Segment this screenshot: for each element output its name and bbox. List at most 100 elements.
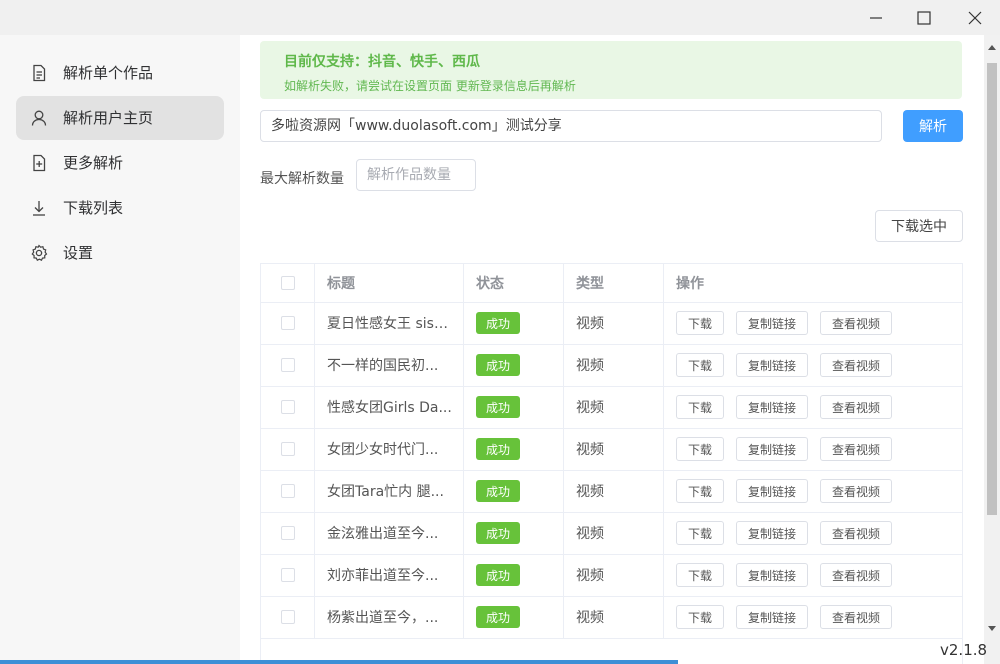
row-checkbox-cell <box>261 302 315 344</box>
row-checkbox[interactable] <box>280 568 295 582</box>
view-video-button[interactable]: 查看视频 <box>820 311 892 335</box>
row-status-cell: 成功 <box>464 302 564 344</box>
maximize-icon <box>917 10 931 25</box>
row-actions-cell: 下载 复制链接 查看视频 <box>664 596 962 638</box>
status-badge: 成功 <box>476 564 520 586</box>
copy-link-button[interactable]: 复制链接 <box>736 605 808 629</box>
maximize-button[interactable] <box>901 0 947 35</box>
notice-banner: 目前仅支持：抖音、快手、西瓜 如解析失败，请尝试在设置页面 更新登录信息后再解析 <box>260 41 962 99</box>
row-actions-cell: 下载 复制链接 查看视频 <box>664 554 962 596</box>
download-button[interactable]: 下载 <box>676 479 724 503</box>
row-checkbox[interactable] <box>280 442 295 456</box>
copy-link-button[interactable]: 复制链接 <box>736 521 808 545</box>
download-button[interactable]: 下载 <box>676 311 724 335</box>
table-row: 不一样的国民初... 成功 视频 下载 复制链接 查看视频 <box>261 344 962 387</box>
row-checkbox[interactable] <box>280 358 295 372</box>
row-title: 夏日性感女王 sist... <box>327 316 452 332</box>
table-row: 女团Tara忙内 腿... 成功 视频 下载 复制链接 查看视频 <box>261 470 962 513</box>
row-checkbox-cell <box>261 470 315 512</box>
row-checkbox-cell <box>261 554 315 596</box>
row-checkbox-cell <box>261 428 315 470</box>
download-button[interactable]: 下载 <box>676 353 724 377</box>
sidebar-item-parse-single[interactable]: 解析单个作品 <box>16 51 224 95</box>
row-actions-cell: 下载 复制链接 查看视频 <box>664 344 962 386</box>
row-title-cell: 夏日性感女王 sist... <box>315 302 464 344</box>
view-video-button[interactable]: 查看视频 <box>820 521 892 545</box>
row-status-cell: 成功 <box>464 596 564 638</box>
row-title: 金泫雅出道至今... <box>327 526 439 542</box>
row-status-cell: 成功 <box>464 554 564 596</box>
row-title: 女团少女时代门... <box>327 442 439 458</box>
row-type: 视频 <box>576 442 604 458</box>
header-title: 标题 <box>315 264 464 302</box>
row-checkbox[interactable] <box>280 484 295 498</box>
table-row: 夏日性感女王 sist... 成功 视频 下载 复制链接 查看视频 <box>261 302 962 345</box>
minimize-button[interactable] <box>853 0 899 35</box>
row-type-cell: 视频 <box>564 344 664 386</box>
row-title-cell: 不一样的国民初... <box>315 344 464 386</box>
row-checkbox-cell <box>261 512 315 554</box>
row-title: 杨紫出道至今，... <box>327 610 439 626</box>
row-checkbox-cell <box>261 344 315 386</box>
row-title-cell: 女团少女时代门... <box>315 428 464 470</box>
scroll-down-icon[interactable] <box>988 626 996 631</box>
scroll-thumb[interactable] <box>987 63 997 515</box>
table-row: 刘亦菲出道至今... 成功 视频 下载 复制链接 查看视频 <box>261 554 962 597</box>
view-video-button[interactable]: 查看视频 <box>820 353 892 377</box>
copy-link-button[interactable]: 复制链接 <box>736 437 808 461</box>
progress-line <box>0 660 678 664</box>
max-count-input[interactable]: 解析作品数量 <box>356 159 476 191</box>
row-checkbox[interactable] <box>280 610 295 624</box>
copy-link-button[interactable]: 复制链接 <box>736 395 808 419</box>
close-button[interactable] <box>952 0 998 35</box>
parse-button[interactable]: 解析 <box>903 110 963 142</box>
sidebar-item-label: 下载列表 <box>63 199 124 217</box>
sidebar: 解析单个作品 解析用户主页 更多解析 下载列表 设置 <box>0 35 240 664</box>
download-button[interactable]: 下载 <box>676 395 724 419</box>
copy-link-button[interactable]: 复制链接 <box>736 353 808 377</box>
status-badge: 成功 <box>476 312 520 334</box>
row-type: 视频 <box>576 610 604 626</box>
sidebar-item-parse-user[interactable]: 解析用户主页 <box>16 96 224 140</box>
view-video-button[interactable]: 查看视频 <box>820 479 892 503</box>
add-file-icon <box>33 154 46 172</box>
sidebar-item-label: 设置 <box>63 244 94 262</box>
row-checkbox[interactable] <box>280 316 295 330</box>
download-button[interactable]: 下载 <box>676 563 724 587</box>
download-button[interactable]: 下载 <box>676 521 724 545</box>
row-type-cell: 视频 <box>564 302 664 344</box>
view-video-button[interactable]: 查看视频 <box>820 437 892 461</box>
header-actions: 操作 <box>676 276 704 292</box>
sidebar-item-more-parse[interactable]: 更多解析 <box>16 141 224 185</box>
status-badge: 成功 <box>476 396 520 418</box>
sidebar-item-settings[interactable]: 设置 <box>16 231 224 275</box>
download-selected-button[interactable]: 下载选中 <box>875 210 963 242</box>
max-count-label: 最大解析数量 <box>260 171 344 187</box>
status-badge: 成功 <box>476 606 520 628</box>
view-video-button[interactable]: 查看视频 <box>820 605 892 629</box>
notice-title: 目前仅支持：抖音、快手、西瓜 <box>284 54 480 70</box>
row-status-cell: 成功 <box>464 386 564 428</box>
sidebar-item-download-list[interactable]: 下载列表 <box>16 186 224 230</box>
row-checkbox[interactable] <box>280 400 295 414</box>
row-type: 视频 <box>576 484 604 500</box>
view-video-button[interactable]: 查看视频 <box>820 395 892 419</box>
scrollbar[interactable] <box>984 35 1000 664</box>
user-icon <box>31 110 47 126</box>
select-all-checkbox[interactable] <box>280 276 295 290</box>
main-content: 目前仅支持：抖音、快手、西瓜 如解析失败，请尝试在设置页面 更新登录信息后再解析… <box>240 35 984 664</box>
row-actions-cell: 下载 复制链接 查看视频 <box>664 470 962 512</box>
copy-link-button[interactable]: 复制链接 <box>736 479 808 503</box>
url-input[interactable]: 多啦资源网「www.duolasoft.com」测试分享 <box>260 110 882 142</box>
copy-link-button[interactable]: 复制链接 <box>736 311 808 335</box>
copy-link-button[interactable]: 复制链接 <box>736 563 808 587</box>
minimize-icon <box>870 16 882 19</box>
download-button[interactable]: 下载 <box>676 437 724 461</box>
row-title-cell: 杨紫出道至今，... <box>315 596 464 638</box>
row-title-cell: 金泫雅出道至今... <box>315 512 464 554</box>
download-button[interactable]: 下载 <box>676 605 724 629</box>
scroll-up-icon[interactable] <box>988 45 996 50</box>
row-checkbox[interactable] <box>280 526 295 540</box>
view-video-button[interactable]: 查看视频 <box>820 563 892 587</box>
table-row: 女团少女时代门... 成功 视频 下载 复制链接 查看视频 <box>261 428 962 471</box>
